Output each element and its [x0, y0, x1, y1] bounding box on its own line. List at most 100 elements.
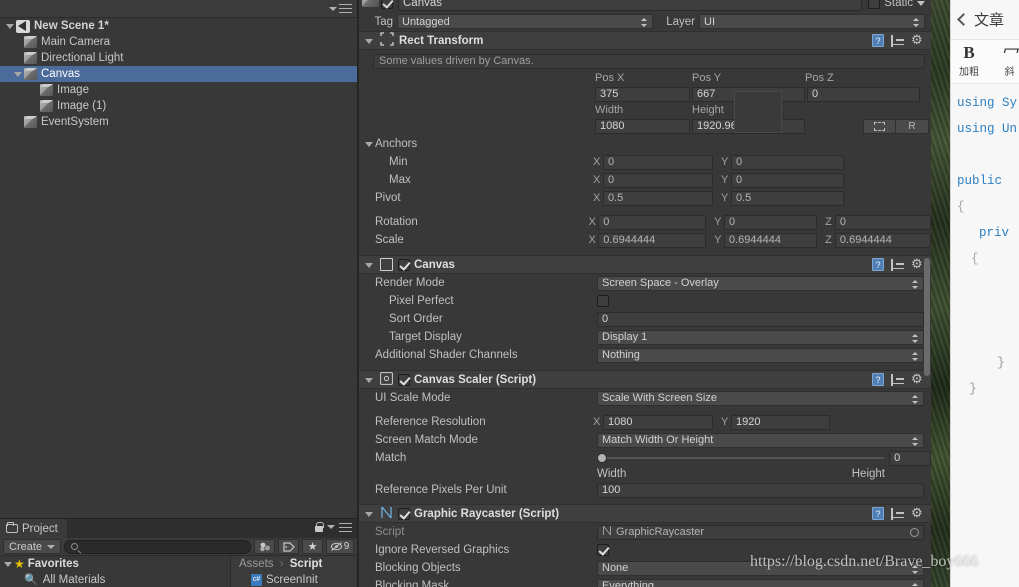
hierarchy-item-main-camera[interactable]: Main Camera	[0, 34, 357, 50]
pivot-y-input[interactable]: 0.5	[731, 190, 844, 206]
filter-by-label-button[interactable]	[278, 539, 299, 554]
raw-edit-button[interactable]: R	[896, 118, 929, 134]
reference-ppu-input[interactable]: 100	[597, 482, 924, 498]
render-mode-dropdown[interactable]: Screen Space - Overlay	[597, 275, 924, 291]
width-input[interactable]: 1080	[595, 118, 690, 134]
breadcrumb-root[interactable]: Assets	[239, 558, 274, 570]
menu-icon[interactable]	[339, 522, 352, 532]
gear-icon[interactable]: ⚙	[911, 33, 924, 47]
hierarchy-item-image[interactable]: Image	[0, 82, 357, 98]
ref-res-y-input[interactable]: 1920	[731, 414, 830, 430]
preset-icon[interactable]	[891, 34, 904, 47]
anchor-min-y-input[interactable]: 0	[731, 154, 844, 170]
gear-icon[interactable]: ⚙	[911, 257, 924, 271]
project-search-field[interactable]	[64, 539, 251, 554]
rotation-x-input[interactable]: 0	[598, 214, 707, 230]
rect-pos-values-row: 375 667 0	[359, 85, 931, 103]
preset-icon[interactable]	[891, 507, 904, 520]
pos-x-input[interactable]: 375	[595, 86, 690, 102]
blocking-mask-dropdown[interactable]: Everything	[597, 578, 924, 587]
component-foldout-icon[interactable]	[363, 257, 375, 273]
sort-order-input[interactable]: 0	[597, 311, 924, 327]
match-max-label: Height	[851, 468, 885, 480]
anchor-max-x-input[interactable]: 0	[603, 172, 713, 188]
favorites-foldout-icon[interactable]	[2, 556, 14, 572]
code-panel-title: 文章	[974, 12, 1005, 29]
canvas-scaler-header[interactable]: Canvas Scaler (Script) ? ⚙	[359, 370, 931, 389]
target-display-dropdown[interactable]: Display 1	[597, 329, 924, 345]
preset-icon[interactable]	[891, 258, 904, 271]
anchor-max-y-input[interactable]: 0	[731, 172, 844, 188]
bold-button[interactable]: B 加粗	[959, 43, 979, 78]
ref-res-x-input[interactable]: 1080	[603, 414, 713, 430]
static-checkbox[interactable]	[868, 0, 881, 9]
rotation-y-input[interactable]: 0	[723, 214, 818, 230]
graphic-raycaster-header[interactable]: Graphic Raycaster (Script) ? ⚙	[359, 504, 931, 523]
match-value-input[interactable]: 0	[889, 450, 931, 466]
pivot-x-input[interactable]: 0.5	[603, 190, 713, 206]
chevron-down-icon[interactable]	[917, 0, 925, 6]
ui-scale-mode-dropdown[interactable]: Scale With Screen Size	[597, 390, 924, 406]
help-icon[interactable]: ?	[872, 34, 884, 47]
object-picker-icon[interactable]	[910, 527, 919, 537]
ignore-reversed-checkbox[interactable]	[597, 544, 609, 556]
hierarchy-item-eventsystem[interactable]: EventSystem	[0, 114, 357, 130]
canvas-component-header[interactable]: Canvas ? ⚙	[359, 255, 931, 274]
component-foldout-icon[interactable]	[363, 33, 375, 49]
preset-icon[interactable]	[891, 373, 904, 386]
favorites-filter-button[interactable]: ★	[302, 539, 323, 554]
tab-project[interactable]: Project	[0, 519, 67, 538]
gear-icon[interactable]: ⚙	[911, 372, 924, 386]
project-all-materials-row[interactable]: 🔍 All Materials	[0, 572, 230, 587]
hierarchy-item-directional-light[interactable]: Directional Light	[0, 50, 357, 66]
graphic-raycaster-enabled-checkbox[interactable]	[398, 507, 410, 520]
create-button[interactable]: Create	[3, 539, 62, 554]
pos-z-input[interactable]: 0	[807, 86, 920, 102]
italic-button[interactable]: ⼍ 斜	[1001, 43, 1018, 78]
help-icon[interactable]: ?	[872, 507, 884, 520]
filter-by-type-button[interactable]	[254, 539, 275, 554]
anchors-foldout-row[interactable]: Anchors	[359, 135, 931, 153]
gear-icon[interactable]: ⚙	[911, 506, 924, 520]
canvas-foldout-icon[interactable]	[12, 66, 24, 82]
hierarchy-scene-row[interactable]: New Scene 1*	[0, 18, 357, 34]
script-object-field[interactable]: GraphicRaycaster	[597, 524, 924, 540]
canvas-enabled-checkbox[interactable]	[398, 258, 410, 271]
hierarchy-item-canvas[interactable]: Canvas	[0, 66, 357, 82]
code-content[interactable]: using Sy using Un public { priv {	[951, 84, 1019, 272]
tag-layer-row: Tag Untagged Layer UI	[359, 12, 931, 31]
match-slider-knob[interactable]	[596, 453, 607, 463]
layer-dropdown[interactable]: UI	[699, 14, 925, 29]
rect-transform-header[interactable]: Rect Transform ? ⚙	[359, 31, 931, 50]
anchor-min-x-input[interactable]: 0	[603, 154, 713, 170]
inspector-scrollbar[interactable]	[924, 258, 930, 376]
scale-z-input[interactable]: 0.6944444	[834, 232, 931, 248]
help-icon[interactable]: ?	[872, 373, 884, 386]
component-foldout-icon[interactable]	[363, 506, 375, 522]
back-chevron-icon[interactable]	[957, 13, 970, 26]
screen-match-mode-dropdown[interactable]: Match Width Or Height	[597, 432, 924, 448]
object-enabled-checkbox[interactable]	[381, 0, 393, 9]
scale-y-input[interactable]: 0.6944444	[723, 232, 818, 248]
object-name-field[interactable]: Canvas	[398, 0, 863, 11]
asset-list-item[interactable]: c# ScreenInit	[231, 572, 357, 587]
scene-foldout-icon[interactable]	[4, 18, 16, 34]
match-slider[interactable]	[596, 453, 885, 463]
canvas-scaler-enabled-checkbox[interactable]	[398, 373, 410, 386]
pixel-perfect-checkbox[interactable]	[597, 295, 609, 307]
search-input[interactable]	[82, 540, 244, 553]
hierarchy-item-image-1[interactable]: Image (1)	[0, 98, 357, 114]
scale-x-input[interactable]: 0.6944444	[598, 232, 707, 248]
anchors-foldout-icon[interactable]	[363, 136, 375, 152]
help-icon[interactable]: ?	[872, 258, 884, 271]
project-favorites-row[interactable]: ★ Favorites	[0, 556, 230, 572]
shader-channels-dropdown[interactable]: Nothing	[597, 347, 924, 363]
hidden-count-button[interactable]: 9	[326, 539, 354, 554]
rotation-z-input[interactable]: 0	[834, 214, 931, 230]
blueprint-mode-button[interactable]	[863, 118, 896, 134]
lock-icon[interactable]	[315, 522, 324, 532]
component-foldout-icon[interactable]	[363, 372, 375, 388]
tag-dropdown[interactable]: Untagged	[397, 14, 653, 29]
hierarchy-tab-menu[interactable]	[329, 4, 352, 13]
anchor-preset-widget[interactable]	[734, 91, 782, 133]
